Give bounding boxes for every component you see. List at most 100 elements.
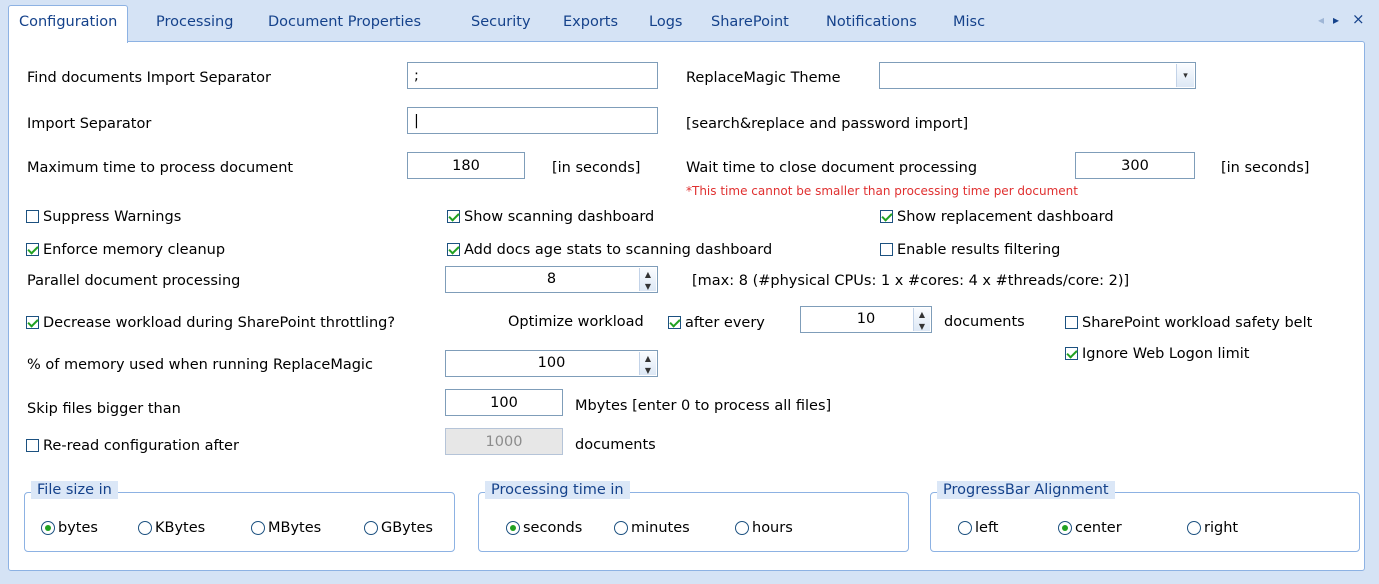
find-separator-label: Find documents Import Separator <box>27 70 271 86</box>
enforce-memory-cleanup-checkbox[interactable]: Enforce memory cleanup <box>26 240 225 260</box>
radio-bytes-label: bytes <box>58 520 98 536</box>
radio-seconds-label: seconds <box>523 520 583 536</box>
spin-up-icon[interactable]: ▲ <box>640 352 656 364</box>
checkbox-icon <box>668 316 681 329</box>
radio-mbytes-label: MBytes <box>268 520 322 536</box>
enable-results-filtering-checkbox[interactable]: Enable results filtering <box>880 240 1060 260</box>
checkbox-icon <box>26 210 39 223</box>
memory-stepper[interactable]: 100 ▲ ▼ <box>445 350 658 377</box>
parallel-processing-value: 8 <box>546 271 557 287</box>
checkbox-icon <box>1065 316 1078 329</box>
radio-hours[interactable]: hours <box>735 518 793 538</box>
theme-select[interactable]: ▾ <box>879 62 1196 89</box>
spin-buttons[interactable]: ▲ ▼ <box>639 268 656 291</box>
sp-safety-belt-label: SharePoint workload safety belt <box>1082 315 1313 331</box>
checkbox-icon <box>447 210 460 223</box>
max-time-input[interactable] <box>407 152 525 179</box>
skip-files-note: Mbytes [enter 0 to process all files] <box>575 398 832 414</box>
suppress-warnings-checkbox[interactable]: Suppress Warnings <box>26 207 181 227</box>
processing-time-group: Processing time in seconds minutes hours <box>478 481 909 552</box>
import-separator-input[interactable] <box>407 107 658 134</box>
radio-gbytes-label: GBytes <box>381 520 433 536</box>
radio-right-label: right <box>1204 520 1239 536</box>
radio-gbytes[interactable]: GBytes <box>364 518 433 538</box>
spin-up-icon[interactable]: ▲ <box>914 308 930 320</box>
find-separator-input[interactable] <box>407 62 658 89</box>
radio-icon <box>1187 521 1201 535</box>
wait-time-input[interactable] <box>1075 152 1195 179</box>
ignore-web-logon-checkbox[interactable]: Ignore Web Logon limit <box>1065 344 1249 364</box>
checkbox-icon <box>26 316 39 329</box>
radio-kbytes[interactable]: KBytes <box>138 518 205 538</box>
reread-configuration-checkbox[interactable]: Re-read configuration after <box>26 436 239 456</box>
radio-kbytes-label: KBytes <box>155 520 206 536</box>
radio-icon <box>138 521 152 535</box>
reread-configuration-input[interactable] <box>445 428 563 455</box>
add-docs-age-stats-checkbox[interactable]: Add docs age stats to scanning dashboard <box>447 240 772 260</box>
max-time-unit: [in seconds] <box>552 160 641 176</box>
spin-buttons[interactable]: ▲ ▼ <box>639 352 656 375</box>
radio-left-label: left <box>975 520 999 536</box>
tab-configuration[interactable]: Configuration <box>8 5 129 43</box>
after-every-value: 10 <box>856 311 876 327</box>
radio-minutes[interactable]: minutes <box>614 518 690 538</box>
max-time-label: Maximum time to process document <box>27 160 294 176</box>
show-scanning-dashboard-checkbox[interactable]: Show scanning dashboard <box>447 207 654 227</box>
radio-icon <box>1058 521 1072 535</box>
radio-icon <box>506 521 520 535</box>
checkbox-icon <box>26 439 39 452</box>
radio-seconds[interactable]: seconds <box>506 518 582 538</box>
optimize-workload-label: Optimize workload <box>508 314 644 330</box>
suppress-warnings-label: Suppress Warnings <box>43 209 182 225</box>
radio-icon <box>41 521 55 535</box>
radio-icon <box>251 521 265 535</box>
wait-time-unit: [in seconds] <box>1221 160 1310 176</box>
spin-down-icon[interactable]: ▼ <box>640 280 656 292</box>
progressbar-alignment-group-title: ProgressBar Alignment <box>937 481 1115 499</box>
spin-down-icon[interactable]: ▼ <box>640 364 656 376</box>
decrease-workload-label: Decrease workload during SharePoint thro… <box>43 315 396 331</box>
show-replacement-dashboard-checkbox[interactable]: Show replacement dashboard <box>880 207 1114 227</box>
wait-time-warning: *This time cannot be smaller than proces… <box>686 184 1078 198</box>
import-separator-note: [search&replace and password import] <box>686 116 969 132</box>
radio-left[interactable]: left <box>958 518 999 538</box>
radio-center-label: center <box>1075 520 1122 536</box>
wait-time-label: Wait time to close document processing <box>686 160 978 176</box>
after-every-checkbox[interactable]: after every <box>668 313 765 333</box>
radio-icon <box>735 521 749 535</box>
after-every-label: after every <box>685 315 765 331</box>
checkbox-icon <box>880 210 893 223</box>
skip-files-label: Skip files bigger than <box>27 401 181 417</box>
after-every-stepper[interactable]: 10 ▲ ▼ <box>800 306 932 333</box>
spin-down-icon[interactable]: ▼ <box>914 320 930 332</box>
import-separator-label: Import Separator <box>27 116 152 132</box>
sp-safety-belt-checkbox[interactable]: SharePoint workload safety belt <box>1065 313 1312 333</box>
theme-label: ReplaceMagic Theme <box>686 70 841 86</box>
radio-center[interactable]: center <box>1058 518 1122 538</box>
enable-results-filtering-label: Enable results filtering <box>897 242 1061 258</box>
show-scanning-dashboard-label: Show scanning dashboard <box>464 209 655 225</box>
spin-up-icon[interactable]: ▲ <box>640 268 656 280</box>
decrease-workload-checkbox[interactable]: Decrease workload during SharePoint thro… <box>26 313 395 333</box>
radio-icon <box>614 521 628 535</box>
parallel-processing-stepper[interactable]: 8 ▲ ▼ <box>445 266 658 293</box>
radio-right[interactable]: right <box>1187 518 1238 538</box>
add-docs-age-stats-label: Add docs age stats to scanning dashboard <box>464 242 773 258</box>
checkbox-icon <box>26 243 39 256</box>
memory-value: 100 <box>537 355 566 371</box>
spin-buttons[interactable]: ▲ ▼ <box>913 308 930 331</box>
radio-mbytes[interactable]: MBytes <box>251 518 321 538</box>
checkbox-icon <box>880 243 893 256</box>
radio-hours-label: hours <box>752 520 793 536</box>
chevron-down-icon[interactable]: ▾ <box>1176 64 1194 87</box>
processing-time-group-title: Processing time in <box>485 481 630 499</box>
skip-files-input[interactable] <box>445 389 563 416</box>
memory-label: % of memory used when running ReplaceMag… <box>27 357 373 373</box>
after-every-unit: documents <box>944 314 1025 330</box>
radio-bytes[interactable]: bytes <box>41 518 98 538</box>
parallel-processing-note: [max: 8 (#physical CPUs: 1 x #cores: 4 x… <box>692 273 1130 289</box>
radio-minutes-label: minutes <box>631 520 690 536</box>
radio-icon <box>958 521 972 535</box>
radio-icon <box>364 521 378 535</box>
show-replacement-dashboard-label: Show replacement dashboard <box>897 209 1114 225</box>
